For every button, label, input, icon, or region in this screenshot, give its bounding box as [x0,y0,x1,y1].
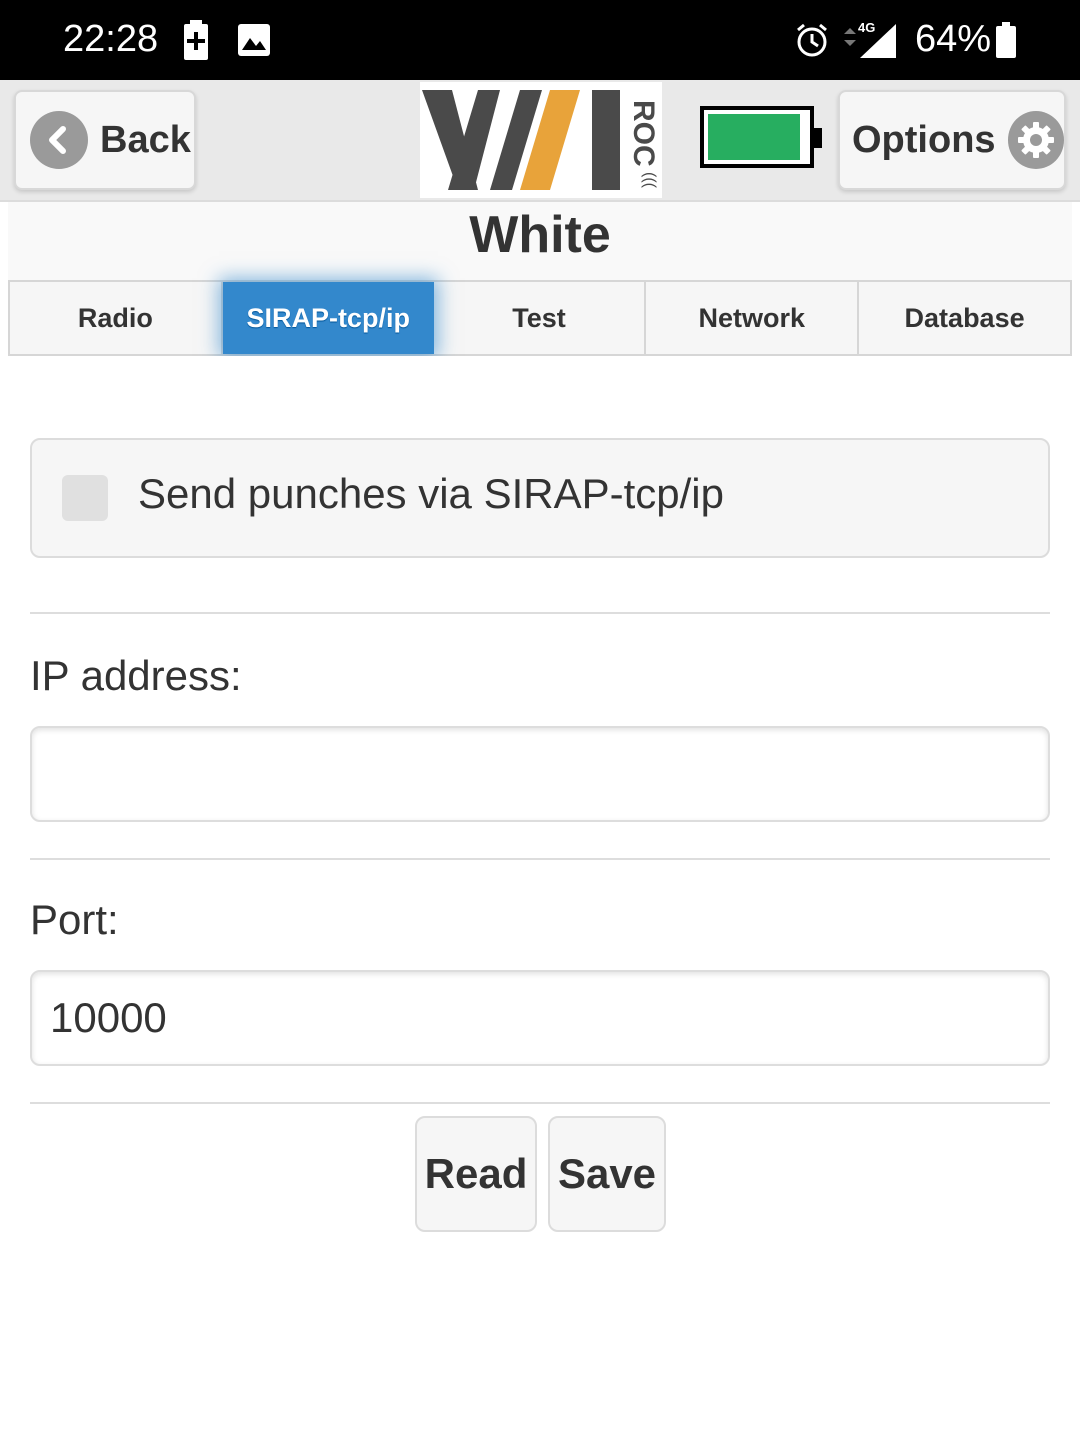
svg-text:4G: 4G [858,20,875,35]
app-header: Back ROC ((( Options [0,80,1080,202]
main-content: White Radio SIRAP-tcp/ip Test Network Da… [8,202,1072,1440]
send-punches-checkbox[interactable] [62,475,108,521]
image-icon [238,24,270,61]
back-label: Back [100,118,191,161]
sirap-panel: Send punches via SIRAP-tcp/ip IP address… [8,356,1072,1440]
read-button[interactable]: Read [415,1116,537,1232]
send-punches-label: Send punches via SIRAP-tcp/ip [138,470,724,517]
divider [30,1102,1050,1104]
send-punches-toggle[interactable]: Send punches via SIRAP-tcp/ip [30,438,1050,558]
svg-text:(((: ((( [641,172,658,189]
divider [30,612,1050,614]
options-button[interactable]: Options [838,90,1066,190]
battery-percent: 64% [915,18,992,60]
svg-text:ROC: ROC [627,100,660,167]
save-button[interactable]: Save [548,1116,666,1232]
tab-sirap[interactable]: SIRAP-tcp/ip [222,282,434,354]
status-time: 22:28 [63,18,159,60]
status-bar: 22:28 4G 64% [0,0,1080,80]
divider [30,858,1050,860]
battery-saver-icon [184,20,208,65]
battery-icon [996,22,1016,63]
cell-signal-icon: 4G [842,18,898,65]
alarm-icon [794,22,830,63]
device-name-title: White [469,206,611,264]
port-label: Port: [30,896,119,943]
chevron-left-icon [30,111,88,169]
tab-database[interactable]: Database [859,282,1070,354]
tab-bar: Radio SIRAP-tcp/ip Test Network Database [8,280,1072,356]
tab-test[interactable]: Test [434,282,647,354]
gear-icon [1007,111,1064,169]
ip-address-label: IP address: [30,652,242,699]
tab-radio[interactable]: Radio [10,282,223,354]
options-label: Options [852,118,996,161]
back-button[interactable]: Back [14,90,196,190]
port-input[interactable] [30,970,1050,1066]
wiroc-logo: ROC ((( [420,82,662,198]
ip-address-input[interactable] [30,726,1050,822]
device-battery-indicator [700,106,822,168]
tab-network[interactable]: Network [646,282,860,354]
